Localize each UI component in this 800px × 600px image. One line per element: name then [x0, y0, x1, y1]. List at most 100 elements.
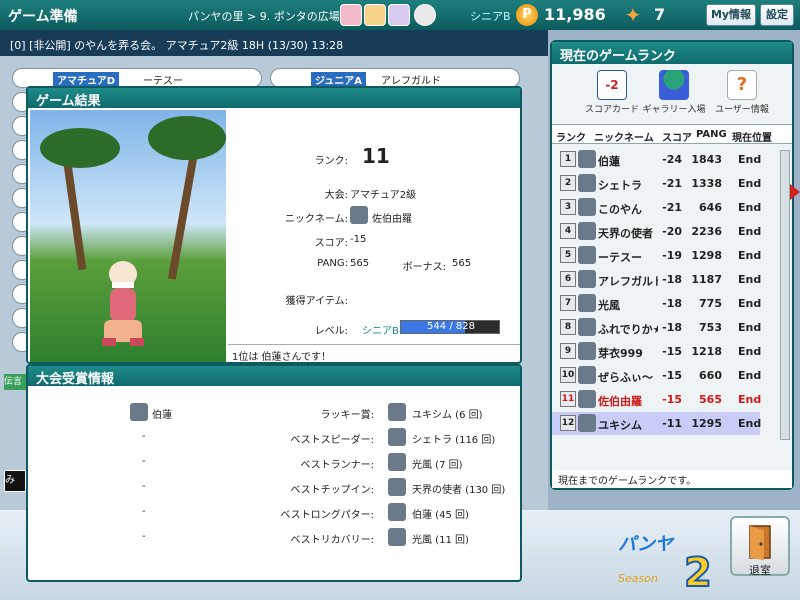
level-rank: シニアB	[362, 326, 399, 337]
ranking-row[interactable]: 5 ーテスー -19 1298 End	[552, 244, 762, 267]
nickname-label: ニックネーム:	[284, 214, 348, 225]
player-avatar	[578, 174, 596, 192]
palm-leaves	[148, 116, 226, 160]
player-avatar-1[interactable]	[340, 4, 362, 26]
scorecard-label: スコアカード	[584, 105, 639, 115]
settings-button[interactable]: 設定	[760, 4, 794, 26]
player-score: -15	[662, 345, 682, 358]
palm-leaves	[40, 128, 120, 168]
award-left-entry: 伯蓮	[152, 410, 172, 421]
rank-value: 11	[362, 144, 390, 168]
player-slot-1[interactable]: アマチュアD ーテスー	[12, 68, 262, 88]
ranking-row[interactable]: 3 このやん -21 646 End	[552, 196, 762, 219]
rank-number: 4	[560, 223, 576, 239]
player-slot-2[interactable]: ジュニアA アレフガルド	[270, 68, 520, 88]
player-position: End	[738, 273, 762, 286]
player-avatar-3[interactable]	[388, 4, 410, 26]
player-avatar	[578, 342, 596, 360]
player-name: ふれでりか★	[598, 323, 658, 336]
player-position: End	[738, 201, 762, 214]
door-icon	[749, 525, 771, 560]
chat-input[interactable]: み	[4, 470, 26, 492]
chat-tab[interactable]: 伝言	[4, 374, 26, 390]
ranking-row[interactable]: 11 佐伯由羅 -15 565 End	[552, 388, 762, 411]
rank-number: 12	[560, 415, 576, 431]
game-result-title: ゲーム結果	[28, 88, 520, 109]
col-score-header: スコア	[662, 133, 692, 144]
ranking-row[interactable]: 6 アレフガルド -18 1187 End	[552, 268, 762, 291]
ranking-row[interactable]: 10 ぜらふぃ〜 -15 660 End	[552, 364, 761, 387]
player-position: End	[738, 249, 762, 262]
ranking-table-header: ランク ニックネーム スコア PANG 現在位置	[552, 124, 792, 144]
award-left-entry: -	[142, 456, 146, 467]
player-pang: 565	[699, 393, 722, 406]
award-left-entry: -	[142, 506, 146, 517]
result-screenshot-image	[30, 110, 226, 362]
ranking-row[interactable]: 7 光風 -18 775 End	[552, 292, 761, 315]
player-name: アレフガルド	[598, 275, 658, 288]
player-score: -15	[662, 393, 682, 406]
scorecard-icon: -2	[597, 70, 627, 100]
player-pang: 2236	[691, 225, 722, 238]
ranking-row[interactable]: 2 シェトラ -21 1338 End	[552, 172, 761, 195]
player-name: 天界の使者	[598, 227, 653, 240]
player-pang: 1187	[691, 273, 722, 286]
ranking-row[interactable]: 9 芽衣999 -15 1218 End	[552, 340, 762, 363]
level-label: レベル:	[314, 326, 348, 337]
tournament-label: 大会:	[324, 190, 348, 201]
exit-room-label: 退室	[749, 564, 771, 577]
player-avatar	[578, 414, 596, 432]
bonus-value: 565	[452, 258, 472, 269]
col-position-header: 現在位置	[732, 133, 772, 144]
acquired-items-label: 獲得アイテム:	[285, 296, 348, 307]
palm-tree	[167, 140, 201, 280]
rank-number: 11	[560, 391, 576, 407]
ranking-row[interactable]: 12 ユキシム -11 1295 End	[552, 412, 762, 435]
nickname-value: 佐伯由羅	[372, 214, 412, 225]
pang-balance: 11,986	[544, 5, 606, 24]
ranking-row[interactable]: 1 伯蓮 -24 1843 End	[552, 148, 761, 171]
player-position: End	[738, 393, 762, 406]
current-ranking-panel: 現在のゲームランク -2 スコアカード ギャラリー入場 ? ユーザー情報 ランク…	[550, 40, 794, 490]
my-info-button[interactable]: My情報	[706, 4, 756, 26]
ranking-scrollbar[interactable]	[780, 150, 790, 440]
gallery-join-label: ギャラリー入場	[642, 105, 706, 115]
user-info-button[interactable]: ? ユーザー情報	[706, 70, 778, 115]
player-position: End	[738, 345, 762, 358]
pangya-season2-logo: パンヤ Season 2	[618, 534, 713, 594]
tournament-awards-window: 大会受賞情報 伯蓮 ラッキー賞: ユキシム (6 回) - ベストスピーダー: シェトラ …	[26, 364, 522, 582]
winner-avatar	[388, 453, 406, 471]
player-pang: 1843	[691, 153, 722, 166]
player-avatar	[578, 366, 596, 384]
player-score: -20	[662, 225, 682, 238]
award-label: ベストリカバリー:	[290, 535, 374, 546]
rank-number: 3	[560, 199, 576, 215]
player-score: -24	[662, 153, 682, 166]
player-name: 伯蓮	[598, 155, 620, 168]
player-avatar	[578, 270, 596, 288]
gallery-icon	[659, 70, 689, 100]
svg-text:Season: Season	[618, 572, 658, 585]
award-row: - ベストロングパター: 伯蓮 (45 回)	[28, 502, 520, 526]
award-winner: ユキシム (6 回)	[412, 410, 483, 421]
expand-arrow-icon[interactable]	[790, 184, 800, 200]
winner-avatar	[388, 528, 406, 546]
award-label: ベストスピーダー:	[290, 435, 374, 446]
slot-rank-label: ジュニアA	[311, 72, 367, 87]
player-avatar-4[interactable]	[414, 4, 436, 26]
winner-avatar	[388, 478, 406, 496]
gallery-join-button[interactable]: ギャラリー入場	[638, 70, 710, 115]
svg-text:2: 2	[684, 550, 712, 594]
player-avatar-2[interactable]	[364, 4, 386, 26]
room-info-text: [0] [非公開] のやんを弄る会。 アマチュア2級 18H (13/30) 1…	[10, 39, 344, 52]
player-score: -18	[662, 297, 682, 310]
player-pang: 1298	[691, 249, 722, 262]
player-score: -11	[662, 417, 682, 430]
player-name: ユキシム	[598, 419, 642, 432]
player-position: End	[738, 417, 762, 430]
ranking-row[interactable]: 4 天界の使者 -20 2236 End	[552, 220, 761, 243]
level-progress-bar: 544 / 828	[400, 320, 500, 334]
pang-coin-icon: P	[516, 4, 538, 26]
ranking-row[interactable]: 8 ふれでりか★ -18 753 End	[552, 316, 761, 339]
exit-room-button[interactable]: 退室	[730, 516, 790, 577]
